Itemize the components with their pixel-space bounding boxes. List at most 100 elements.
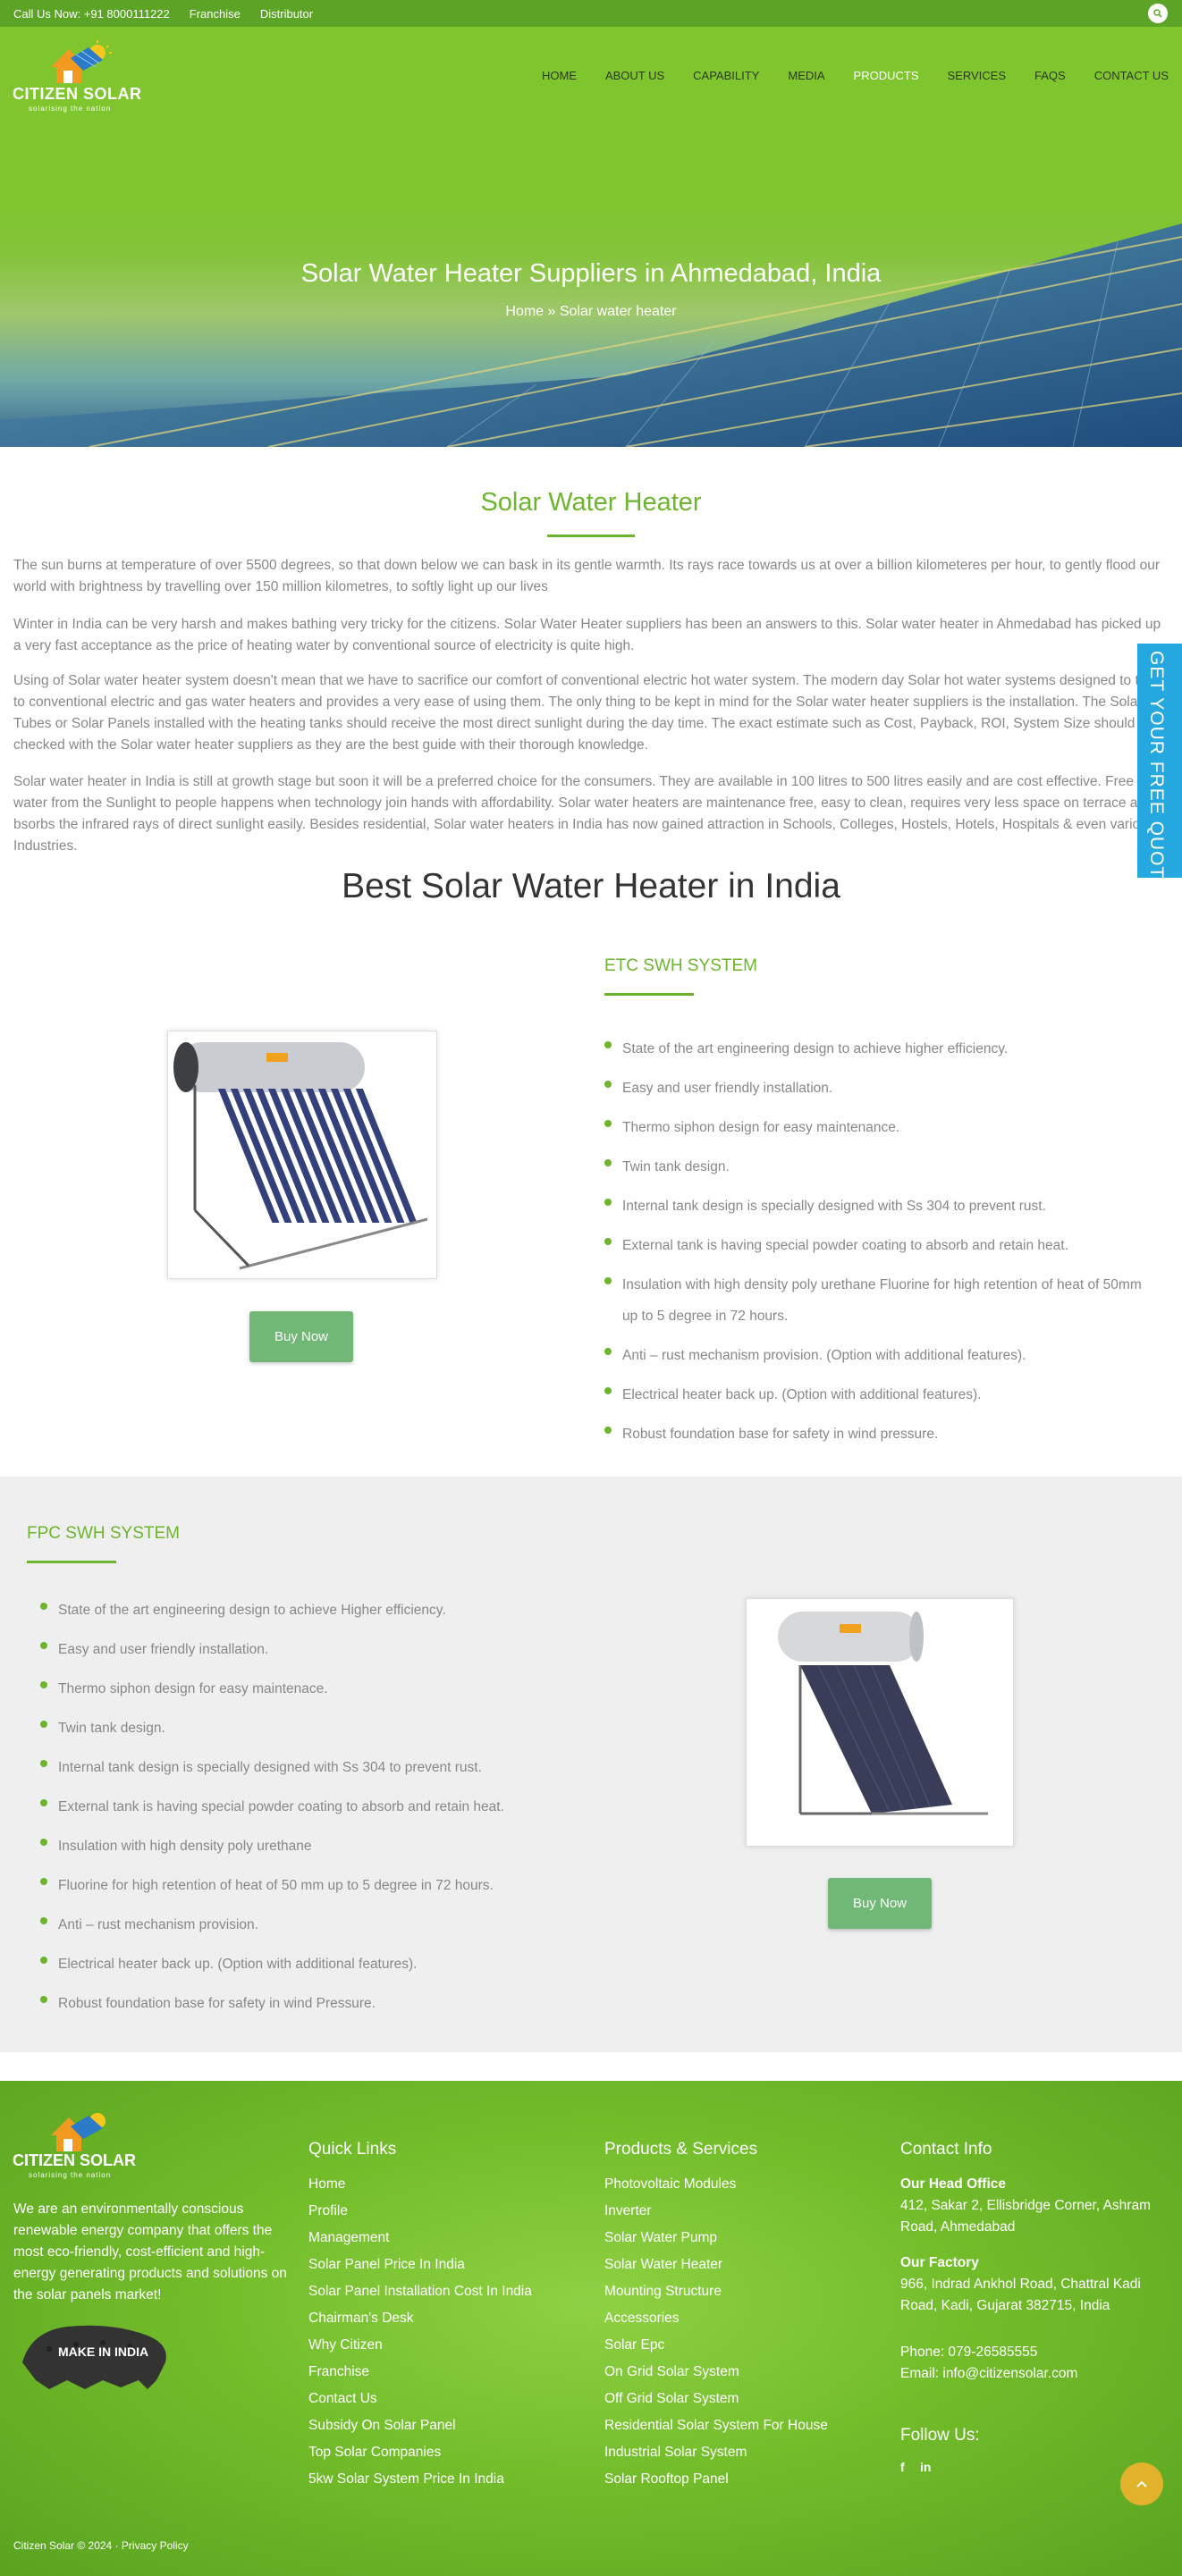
main-nav: HOME ABOUT US CAPABILITY MEDIA PRODUCTS … [542,69,1169,82]
logo-house-icon [51,40,112,83]
nav-media[interactable]: MEDIA [788,69,824,82]
contact-info-title: Contact Info [900,2140,992,2159]
list-item: External tank is having special powder c… [604,1230,1159,1261]
hero-banner: Solar Water Heater Suppliers in Ahmedaba… [0,152,1182,447]
free-quote-label: GET YOUR FREE QUOTE [1146,651,1167,893]
head-office-label: Our Head Office [900,2176,1006,2192]
footer-about-text: We are an environmentally conscious rene… [13,2201,287,2302]
footer-link-home[interactable]: Home [308,2176,345,2193]
footer-product-link[interactable]: On Grid Solar System [604,2364,739,2380]
etc-heater-illustration [173,1042,428,1270]
footer-link-management[interactable]: Management [308,2230,389,2246]
list-item: Thermo siphon design for easy maintenanc… [604,1112,1159,1143]
scroll-to-top-button[interactable] [1120,2462,1163,2505]
list-item: Robust foundation base for safety in win… [40,1988,612,2019]
fpc-buy-now-button[interactable]: Buy Now [828,1878,932,1929]
call-us-link[interactable]: Call Us Now: +91 8000111222 [13,7,170,21]
intro-paragraph-3: Using of Solar water heater system doesn… [13,673,1165,753]
footer-logo-tagline: solarising the nation [29,2171,112,2179]
section-title: Solar Water Heater [480,488,702,517]
copyright-text: Citizen Solar © 2024 · Privacy Policy [13,2539,189,2552]
nav-faqs[interactable]: FAQS [1034,69,1066,82]
footer-link-panel-price[interactable]: Solar Panel Price In India [308,2257,465,2273]
list-item: Easy and user friendly installation. [604,1073,1159,1104]
follow-us-title: Follow Us: [900,2426,980,2445]
search-button[interactable] [1148,4,1168,23]
make-in-india-logo: MAKE IN INDIA [13,2318,174,2394]
search-icon [1153,9,1162,18]
list-item: State of the art engineering design to a… [40,1595,612,1626]
footer-product-link[interactable]: Accessories [604,2311,680,2327]
footer-link-profile[interactable]: Profile [308,2203,348,2219]
franchise-link[interactable]: Franchise [190,7,241,21]
footer-product-link[interactable]: Solar Water Pump [604,2230,717,2246]
footer-product-link[interactable]: Off Grid Solar System [604,2391,739,2407]
etc-buy-now-button[interactable]: Buy Now [249,1311,353,1362]
top-bar: Call Us Now: +91 8000111222 Franchise Di… [0,0,1182,27]
list-item: Twin tank design. [40,1713,612,1744]
footer-logo-brand: CITIZEN SOLAR [13,2151,136,2169]
footer-link-franchise[interactable]: Franchise [308,2364,369,2380]
nav-about-us[interactable]: ABOUT US [605,69,664,82]
footer-product-link[interactable]: Mounting Structure [604,2284,722,2300]
nav-capability[interactable]: CAPABILITY [693,69,759,82]
phone-number[interactable]: Phone: 079-26585555 [900,2344,1037,2361]
fpc-feature-list: State of the art engineering design to a… [40,1595,612,2027]
footer-product-link[interactable]: Solar Water Heater [604,2257,722,2273]
footer-link-why-citizen[interactable]: Why Citizen [308,2337,383,2353]
facebook-icon[interactable]: f [900,2460,905,2474]
fpc-product-image [746,1598,1014,1847]
list-item: Insulation with high density poly uretha… [40,1831,612,1862]
distributor-link[interactable]: Distributor [260,7,313,21]
footer-link-installation-cost[interactable]: Solar Panel Installation Cost In India [308,2284,532,2300]
nav-services[interactable]: SERVICES [947,69,1006,82]
breadcrumb: Home » Solar water heater [0,304,1182,320]
list-item: Internal tank design is specially design… [40,1752,612,1783]
footer-product-link[interactable]: Inverter [604,2203,652,2219]
nav-products[interactable]: PRODUCTS [854,69,919,82]
list-item: External tank is having special powder c… [40,1791,612,1823]
footer-product-link[interactable]: Solar Epc [604,2337,664,2353]
make-in-india-text: MAKE IN INDIA [58,2344,149,2359]
head-office-address-line-2: Road, Ahmedabad [900,2219,1016,2235]
email-address[interactable]: Email: info@citizensolar.com [900,2366,1077,2382]
fpc-title: FPC SWH SYSTEM [27,1524,181,1543]
logo-tagline: solarising the nation [29,105,112,113]
footer-link-subsidy[interactable]: Subsidy On Solar Panel [308,2418,456,2434]
chevron-up-icon [1136,2480,1147,2488]
list-item: Internal tank design is specially design… [604,1191,1159,1222]
head-office-address-line-1: 412, Sakar 2, Ellisbridge Corner, Ashram [900,2198,1151,2213]
footer-logo[interactable]: CITIZEN SOLAR solarising the nation [13,2109,147,2179]
footer-link-top-companies[interactable]: Top Solar Companies [308,2445,441,2461]
fpc-title-underline [27,1561,116,1563]
factory-address-line-2: Road, Kadi, Gujarat 382715, India [900,2298,1110,2313]
linkedin-icon[interactable]: in [920,2460,931,2474]
fpc-heater-illustration [778,1612,988,1815]
list-item: Anti – rust mechanism provision. [40,1909,612,1940]
intro-paragraph-1: The sun burns at temperature of over 550… [13,558,1161,594]
list-item: Twin tank design. [604,1151,1159,1183]
list-item: State of the art engineering design to a… [604,1033,1159,1065]
site-logo[interactable]: CITIZEN SOLAR solarising the nation [13,40,147,113]
list-item: Insulation with high density poly uretha… [604,1269,1159,1332]
intro-paragraph-2: Winter in India can be very harsh and ma… [13,617,1161,653]
nav-home[interactable]: HOME [542,69,577,82]
list-item: Robust foundation base for safety in win… [604,1418,1159,1450]
breadcrumb-home-link[interactable]: Home [505,304,544,319]
footer-product-link[interactable]: Solar Rooftop Panel [604,2471,729,2488]
solar-panels-background [0,223,1182,447]
footer-product-link[interactable]: Photovoltaic Modules [604,2176,736,2193]
nav-contact-us[interactable]: CONTACT US [1094,69,1169,82]
site-header: CITIZEN SOLAR solarising the nation HOME… [0,27,1182,152]
footer-link-contact-us[interactable]: Contact Us [308,2391,377,2407]
etc-product-image [167,1031,437,1279]
footer-link-chairmans-desk[interactable]: Chairman's Desk [308,2311,414,2327]
intro-paragraph-4: Solar water heater in India is still at … [13,774,1157,854]
logo-brand-text: CITIZEN SOLAR [13,85,142,103]
breadcrumb-separator: » [544,304,560,319]
footer-link-5kw-price[interactable]: 5kw Solar System Price In India [308,2471,504,2488]
footer-product-link[interactable]: Residential Solar System For House [604,2418,828,2434]
free-quote-tab[interactable]: GET YOUR FREE QUOTE [1137,644,1182,892]
list-item: Easy and user friendly installation. [40,1634,612,1665]
footer-product-link[interactable]: Industrial Solar System [604,2445,747,2461]
